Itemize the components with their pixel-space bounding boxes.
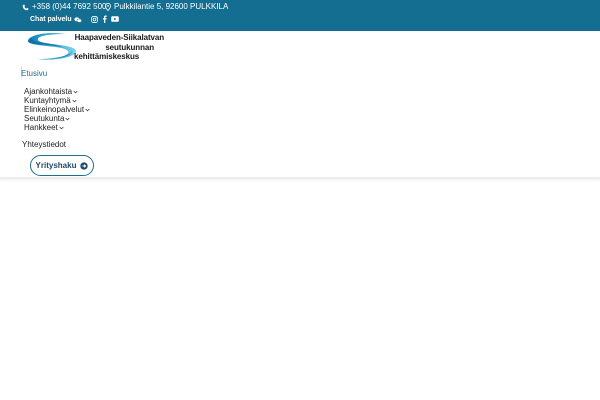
nav-item-label: Seutukunta xyxy=(24,114,65,123)
nav-item-ajankohtaista[interactable]: Ajankohtaista xyxy=(24,87,90,96)
nav-item-seutukunta[interactable]: Seutukunta xyxy=(24,114,90,123)
nav-item-label: Elinkeinopalvelut xyxy=(24,105,85,114)
map-pin-icon xyxy=(105,3,111,11)
arrow-right-circle-icon xyxy=(80,161,89,170)
nav-item-kuntayhtyma[interactable]: Kuntayhtymä xyxy=(24,96,90,105)
phone-link[interactable]: +358 (0)44 7692 500 xyxy=(22,2,107,12)
phone-icon xyxy=(22,4,29,10)
chevron-down-icon xyxy=(85,108,90,112)
address-text: Pulkkilantie 5, 92600 PULKKILA xyxy=(114,2,229,11)
logo-line-1: Haapaveden-Siikalatvan xyxy=(74,33,165,42)
instagram-icon[interactable] xyxy=(91,15,98,23)
nav-item-yhteystiedot[interactable]: Yhteystiedot xyxy=(22,140,66,149)
chat-label: Chat palvelu xyxy=(30,16,72,23)
nav-item-label: Ajankohtaista xyxy=(24,87,73,96)
phone-number: +358 (0)44 7692 500 xyxy=(32,2,107,11)
nav-item-elinkeinopalvelut[interactable]: Elinkeinopalvelut xyxy=(24,105,90,114)
yrityshaku-label: Yrityshaku xyxy=(35,161,77,170)
chevron-down-icon xyxy=(73,90,78,94)
nav-item-hankkeet[interactable]: Hankkeet xyxy=(24,123,90,132)
chevron-down-icon xyxy=(65,117,71,121)
social-links xyxy=(91,15,119,23)
youtube-icon[interactable] xyxy=(111,16,119,22)
nav-item-label: Hankkeet xyxy=(24,123,58,132)
logo-line-3: kehittämiskeskus xyxy=(74,52,140,61)
yrityshaku-button[interactable]: Yrityshaku xyxy=(30,155,94,176)
nav-item-label: Kuntayhtymä xyxy=(24,96,71,105)
facebook-icon[interactable] xyxy=(102,15,107,23)
header-divider xyxy=(0,177,600,179)
address: Pulkkilantie 5, 92600 PULKKILA xyxy=(105,2,228,12)
logo-line-2: seutukunnan xyxy=(105,42,154,52)
chevron-down-icon xyxy=(59,126,64,130)
chat-service-link[interactable]: Chat palvelu xyxy=(30,15,85,25)
nav-item-etusivu[interactable]: Etusivu xyxy=(21,69,47,78)
chevron-down-icon xyxy=(72,99,77,103)
nav-menu-list: Ajankohtaista Kuntayhtymä Elinkeinopalve… xyxy=(24,87,90,132)
top-info-bar: +358 (0)44 7692 500 Pulkkilantie 5, 9260… xyxy=(0,0,600,31)
logo-text: Haapaveden-Siikalatvan seutukunnan kehit… xyxy=(68,33,164,62)
chat-bubbles-icon xyxy=(73,17,82,23)
